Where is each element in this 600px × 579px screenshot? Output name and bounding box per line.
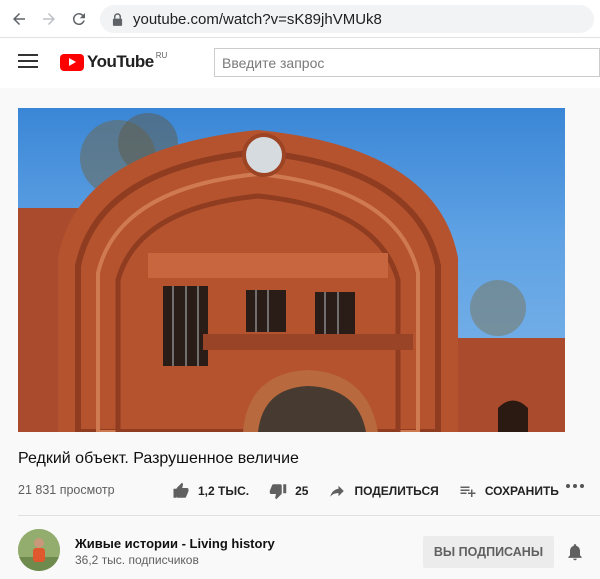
more-actions-icon[interactable] <box>566 484 587 488</box>
reload-icon <box>72 13 85 26</box>
divider <box>18 515 600 516</box>
logo-region: RU <box>155 50 168 60</box>
like-button[interactable]: 1,2 ТЫС. <box>172 482 249 500</box>
subscribed-button[interactable]: ВЫ ПОДПИСАНЫ <box>423 536 554 568</box>
browser-toolbar: youtube.com/watch?v=sK89jhVMUk8 <box>0 0 600 38</box>
back-button[interactable] <box>4 4 34 34</box>
share-label: ПОДЕЛИТЬСЯ <box>354 484 439 498</box>
like-count: 1,2 ТЫС. <box>198 484 250 498</box>
url-text: youtube.com/watch?v=sK89jhVMUk8 <box>133 10 382 28</box>
subscriber-count: 36,2 тыс. подписчиков <box>75 553 199 567</box>
playlist-add-icon <box>460 486 476 497</box>
video-thumbnail-image <box>18 113 565 432</box>
lock-icon <box>112 12 123 26</box>
dislike-count: 25 <box>295 484 309 498</box>
thumbs-up-icon <box>173 482 189 498</box>
dislike-button[interactable]: 25 <box>269 482 308 500</box>
save-label: СОХРАНИТЬ <box>484 484 559 498</box>
video-title: Редкий объект. Разрушенное величие <box>18 450 299 467</box>
play-logo-icon <box>60 53 84 71</box>
back-arrow-icon <box>13 13 25 25</box>
save-button[interactable]: СОХРАНИТЬ <box>459 482 559 500</box>
thumbs-down-icon <box>269 484 287 500</box>
share-arrow-icon <box>330 485 345 497</box>
logo-text: YouTube <box>87 52 154 71</box>
forward-button[interactable] <box>34 4 64 34</box>
notification-bell-icon[interactable] <box>565 542 585 562</box>
channel-name[interactable]: Живые истории - Living history <box>75 536 275 551</box>
address-bar[interactable]: youtube.com/watch?v=sK89jhVMUk8 <box>100 5 594 33</box>
view-count: 21 831 просмотр <box>18 483 115 497</box>
share-button[interactable]: ПОДЕЛИТЬСЯ <box>328 482 439 500</box>
video-actions: 1,2 ТЫС. 25 ПОДЕЛИТЬСЯ СОХРАНИТЬ <box>172 480 579 502</box>
reload-button[interactable] <box>64 4 94 34</box>
channel-avatar[interactable] <box>18 529 60 571</box>
youtube-logo[interactable]: YouTube RU <box>60 50 168 72</box>
menu-icon[interactable] <box>18 54 38 70</box>
forward-arrow-icon <box>43 13 55 25</box>
search-input[interactable] <box>214 48 600 77</box>
youtube-header: YouTube RU <box>0 38 600 88</box>
video-player[interactable] <box>18 108 565 432</box>
